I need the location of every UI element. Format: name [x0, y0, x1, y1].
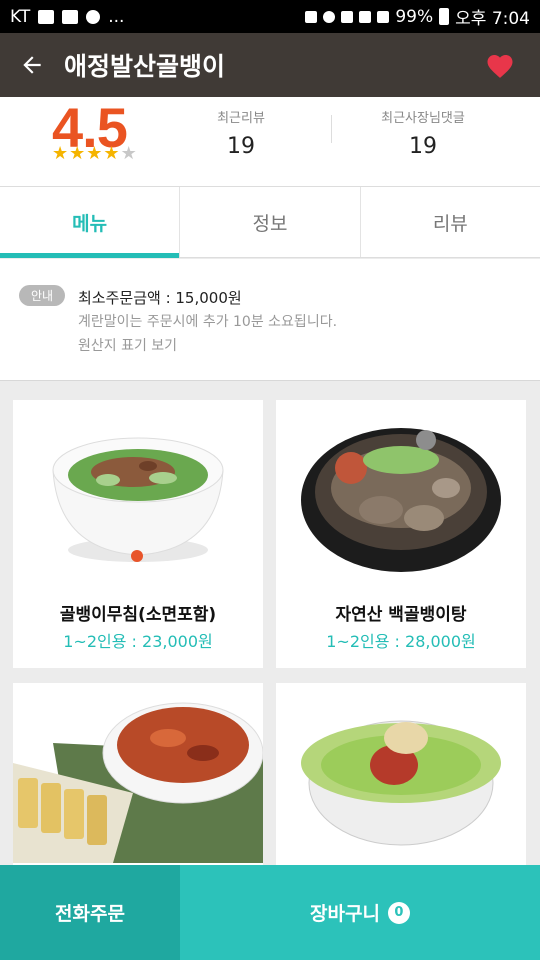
- tab-info[interactable]: 정보: [180, 187, 361, 257]
- battery-percent: 99%: [395, 6, 434, 27]
- food-image: [52, 437, 224, 562]
- food-image: [301, 720, 501, 846]
- half-star-icon: ★: [120, 143, 137, 164]
- bag-icon: [62, 9, 79, 24]
- owner-replies-value: 19: [409, 134, 437, 159]
- tab-bar: 메뉴 정보 리뷰: [0, 187, 540, 258]
- heart-icon: [487, 55, 513, 78]
- back-button[interactable]: [0, 33, 64, 97]
- recent-reviews-label: 최근리뷰: [217, 111, 265, 126]
- food-image: [13, 702, 263, 863]
- menu-name: 골뱅이무침(소면포함): [59, 605, 217, 625]
- food-image: [301, 428, 501, 572]
- menu-card[interactable]: [276, 683, 526, 865]
- more-notifications: ...: [108, 6, 125, 27]
- bulb-icon: [86, 9, 101, 24]
- cart-button[interactable]: 장바구니 0: [180, 865, 540, 960]
- carrier-label: KT: [10, 6, 31, 27]
- store-title: 애정발산골뱅이: [64, 52, 226, 81]
- tab-menu[interactable]: 메뉴: [0, 187, 181, 258]
- bluetooth-icon: [305, 10, 318, 23]
- notice-note: 계란말이는 주문시에 추가 10분 소요됩니다.: [78, 314, 338, 330]
- phone-order-button[interactable]: 전화주문: [0, 865, 180, 960]
- gallery-icon: [38, 9, 55, 24]
- menu-card[interactable]: [13, 683, 263, 865]
- star-icon: ★: [69, 143, 86, 164]
- menu-card[interactable]: 자연산 백골뱅이탕 1~2인용 : 28,000원: [276, 400, 526, 668]
- star-icon: ★: [52, 143, 69, 164]
- alarm-icon: [323, 10, 336, 23]
- wifi-icon: [359, 10, 372, 23]
- recent-reviews-stat: 최근리뷰 19: [205, 107, 277, 159]
- origin-link[interactable]: 원산지 표기 보기: [78, 335, 177, 355]
- menu-name: 자연산 백골뱅이탕: [335, 605, 467, 625]
- owner-replies-stat: 최근사장님댓글 19: [365, 107, 481, 159]
- menu-grid: 골뱅이무침(소면포함) 1~2인용 : 23,000원 자연산 백골뱅이탕 1~…: [0, 381, 540, 865]
- rating-summary: 4.5 ★ ★ ★ ★ ★ 최근리뷰 19 최근사장님댓글 19: [0, 96, 540, 187]
- notice-badge: 안내: [19, 285, 65, 306]
- menu-price: 1~2인용 : 28,000원: [326, 632, 476, 651]
- min-order-text: 최소주문금액 : 15,000원: [78, 289, 242, 307]
- arrow-left-icon: [23, 56, 41, 74]
- clock: 오후 7:04: [455, 9, 530, 29]
- star-icon: ★: [103, 143, 120, 164]
- menu-price: 1~2인용 : 23,000원: [63, 632, 213, 651]
- menu-card[interactable]: 골뱅이무침(소면포함) 1~2인용 : 23,000원: [13, 400, 263, 668]
- notice-panel: 안내 최소주문금액 : 15,000원 계란말이는 주문시에 추가 10분 소요…: [0, 259, 540, 381]
- cart-count-badge: 0: [387, 901, 410, 924]
- star-rating: ★ ★ ★ ★ ★: [52, 145, 137, 163]
- owner-replies-label: 최근사장님댓글: [381, 111, 465, 126]
- divider: [331, 115, 332, 143]
- favorite-button[interactable]: [460, 33, 540, 97]
- app-bar: 애정발산골뱅이: [0, 33, 540, 97]
- signal-icon: [377, 10, 390, 23]
- recent-reviews-value: 19: [227, 134, 255, 159]
- star-icon: ★: [86, 143, 103, 164]
- tab-reviews[interactable]: 리뷰: [361, 187, 540, 257]
- hd-icon: [341, 10, 354, 23]
- battery-icon: [439, 8, 450, 25]
- bottom-action-bar: 전화주문 장바구니 0: [0, 865, 540, 960]
- cart-label: 장바구니: [310, 903, 380, 925]
- status-bar: KT ... 99% 오후 7:04: [0, 0, 540, 33]
